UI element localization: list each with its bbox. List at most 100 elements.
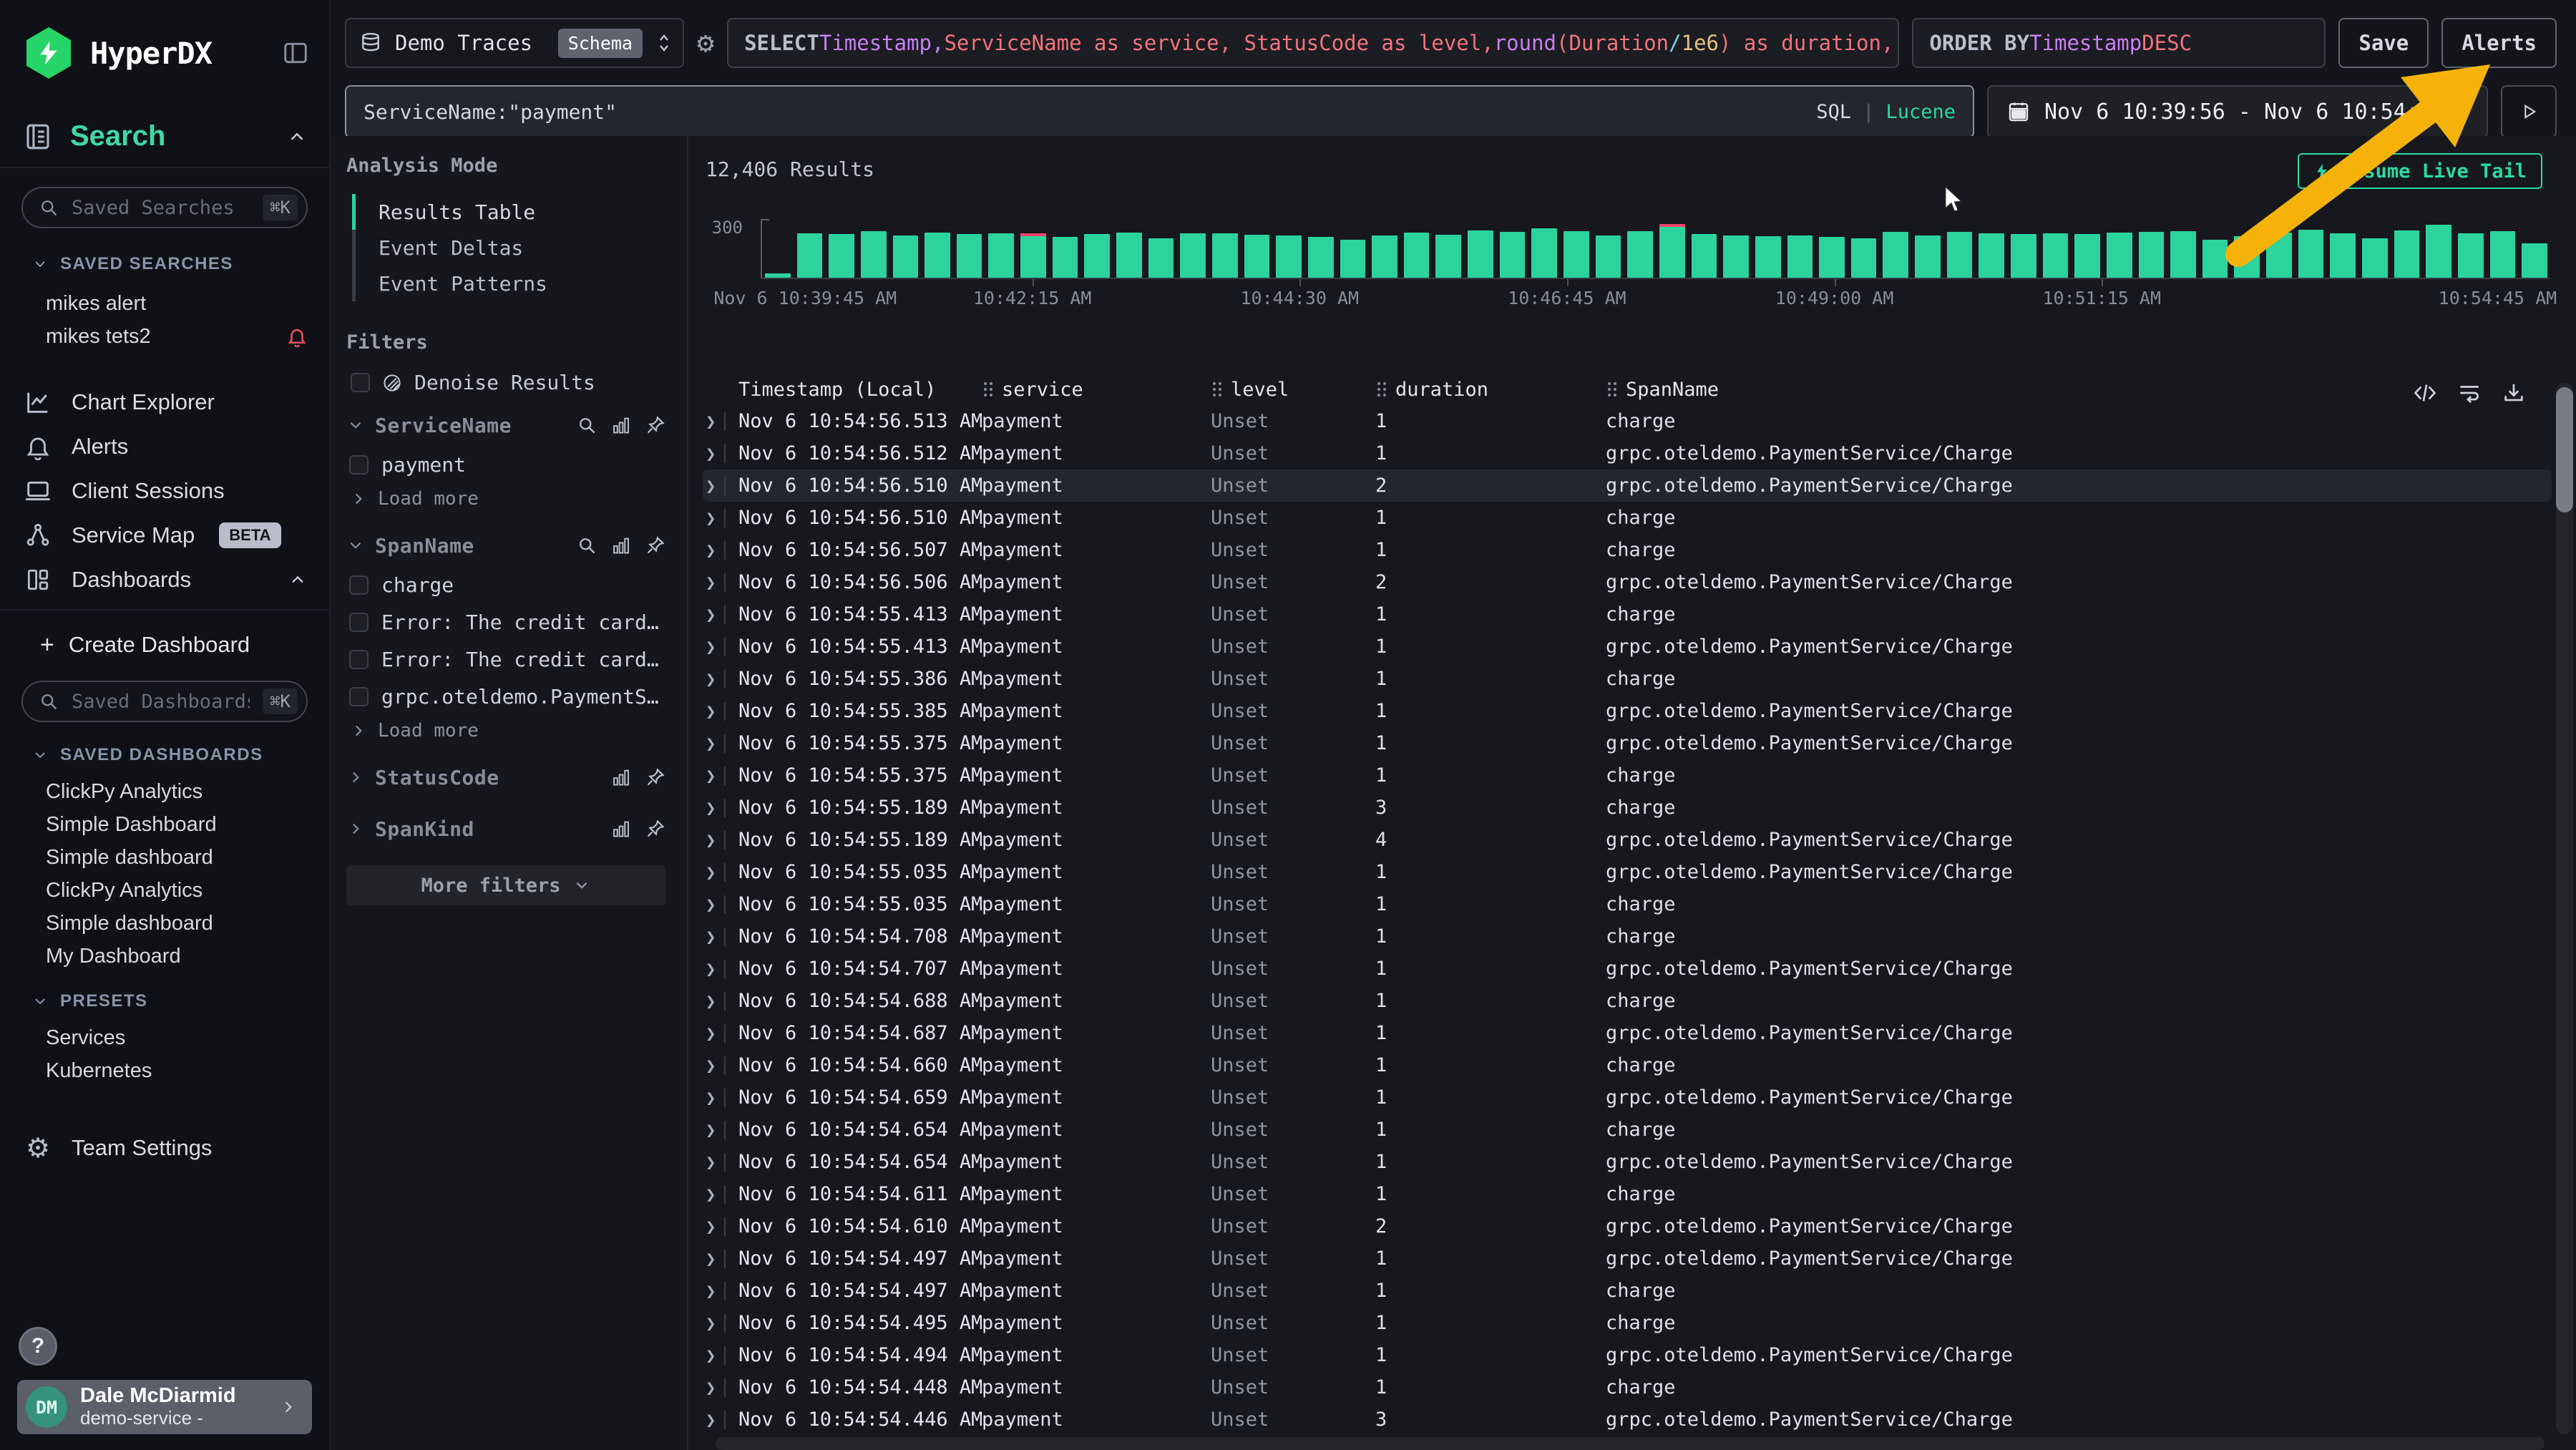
expand-row-chevron[interactable]: ❯ (703, 766, 738, 786)
analysis-mode-results-table[interactable]: Results Table (352, 194, 665, 230)
chart-icon[interactable] (611, 535, 631, 555)
histogram-bar[interactable] (1883, 232, 1908, 278)
histogram-bar[interactable] (2458, 233, 2484, 278)
table-row[interactable]: ❯Nov 6 10:54:54.448 AMpaymentUnset1charg… (703, 1371, 2552, 1403)
col-level[interactable]: level (1211, 379, 1375, 401)
filter-checkbox-item[interactable]: charge (349, 566, 665, 603)
histogram-bar[interactable] (1659, 227, 1685, 278)
histogram-bar[interactable] (1851, 238, 1877, 278)
chevron-down-icon[interactable] (346, 536, 365, 555)
histogram-bar[interactable] (1180, 233, 1206, 278)
search-query-input[interactable]: ServiceName:"payment" SQL | Lucene (345, 85, 1974, 138)
filter-section-header[interactable]: ServiceName (346, 404, 665, 446)
chart-icon[interactable] (611, 819, 631, 839)
drag-handle-icon[interactable] (1606, 380, 1619, 399)
load-more-button[interactable]: Load more (349, 483, 665, 515)
table-row[interactable]: ❯Nov 6 10:54:54.654 AMpaymentUnset1grpc.… (703, 1146, 2552, 1178)
saved-searches-input[interactable]: Saved Searches ⌘K (21, 187, 308, 228)
filter-checkbox-item[interactable]: grpc.oteldemo.PaymentSe… (349, 678, 665, 715)
table-row[interactable]: ❯Nov 6 10:54:56.510 AMpaymentUnset1charg… (703, 502, 2552, 534)
sidebar-item-alerts[interactable]: Alerts (0, 424, 329, 469)
histogram-bar[interactable] (2362, 238, 2388, 278)
chevron-right-icon[interactable] (346, 819, 365, 838)
filter-section-header[interactable]: SpanName (346, 525, 665, 566)
expand-row-chevron[interactable]: ❯ (703, 444, 738, 464)
histogram-bar[interactable] (1148, 238, 1174, 278)
expand-row-chevron[interactable]: ❯ (703, 1249, 738, 1269)
col-timestamp[interactable]: Timestamp (Local) (738, 379, 982, 401)
sidebar-item-chart-explorer[interactable]: Chart Explorer (0, 380, 329, 424)
run-query-button[interactable] (2501, 85, 2557, 138)
help-button[interactable]: ? (19, 1327, 57, 1366)
expand-row-chevron[interactable]: ❯ (703, 508, 738, 528)
expand-row-chevron[interactable]: ❯ (703, 1184, 738, 1205)
more-filters-button[interactable]: More filters (346, 865, 665, 905)
histogram-bar[interactable] (1563, 231, 1589, 278)
table-row[interactable]: ❯Nov 6 10:54:54.687 AMpaymentUnset1grpc.… (703, 1017, 2552, 1049)
table-row[interactable]: ❯Nov 6 10:54:54.610 AMpaymentUnset2grpc.… (703, 1210, 2552, 1242)
table-row[interactable]: ❯Nov 6 10:54:56.513 AMpaymentUnset1charg… (703, 405, 2552, 437)
table-row[interactable]: ❯Nov 6 10:54:55.386 AMpaymentUnset1charg… (703, 663, 2552, 695)
histogram-bar[interactable] (1020, 236, 1046, 278)
create-dashboard-button[interactable]: + Create Dashboard (0, 626, 329, 663)
presets-group[interactable]: PRESETS (0, 991, 329, 1011)
histogram-bar[interactable] (1116, 233, 1142, 278)
chevron-down-icon[interactable] (346, 416, 365, 434)
histogram-bar[interactable] (829, 234, 854, 278)
expand-row-chevron[interactable]: ❯ (703, 1023, 738, 1043)
expand-row-chevron[interactable]: ❯ (703, 605, 738, 625)
histogram-bar[interactable] (2330, 233, 2356, 278)
load-more-button[interactable]: Load more (349, 715, 665, 746)
alerts-button[interactable]: Alerts (2441, 18, 2557, 68)
denoise-results-option[interactable]: Denoise Results (351, 371, 665, 394)
date-range-picker[interactable]: Nov 6 10:39:56 - Nov 6 10:54:56 (1987, 85, 2488, 138)
checkbox[interactable] (349, 650, 369, 669)
expand-row-chevron[interactable]: ❯ (703, 1346, 738, 1366)
col-service[interactable]: service (982, 379, 1211, 401)
checkbox[interactable] (349, 575, 369, 595)
sidebar-item-team-settings[interactable]: ⚙ Team Settings (0, 1126, 329, 1170)
user-menu[interactable]: DM Dale McDiarmid demo-service - (17, 1380, 312, 1434)
histogram-bar[interactable] (1627, 231, 1653, 278)
expand-row-chevron[interactable]: ❯ (703, 830, 738, 850)
expand-row-chevron[interactable]: ❯ (703, 573, 738, 593)
checkbox[interactable] (349, 455, 369, 475)
table-row[interactable]: ❯Nov 6 10:54:54.654 AMpaymentUnset1charg… (703, 1114, 2552, 1146)
search-icon[interactable] (577, 415, 597, 435)
filter-section-header[interactable]: SpanKind (346, 808, 665, 850)
table-row[interactable]: ❯Nov 6 10:54:55.375 AMpaymentUnset1grpc.… (703, 727, 2552, 759)
lang-sql-toggle[interactable]: SQL (1816, 101, 1851, 123)
saved-dashboard-item[interactable]: Simple dashboard (0, 907, 329, 940)
table-row[interactable]: ❯Nov 6 10:54:54.611 AMpaymentUnset1charg… (703, 1178, 2552, 1210)
histogram-bar[interactable] (1308, 237, 1334, 278)
lang-lucene-toggle[interactable]: Lucene (1885, 101, 1956, 123)
expand-row-chevron[interactable]: ❯ (703, 991, 738, 1011)
histogram-bar[interactable] (1787, 235, 1813, 278)
pin-icon[interactable] (645, 535, 665, 555)
expand-row-chevron[interactable]: ❯ (703, 476, 738, 496)
histogram-bar[interactable] (2234, 236, 2260, 278)
analysis-mode-event-patterns[interactable]: Event Patterns (352, 266, 665, 301)
histogram-bar[interactable] (988, 233, 1014, 278)
expand-row-chevron[interactable]: ❯ (703, 1281, 738, 1301)
table-row[interactable]: ❯Nov 6 10:54:55.189 AMpaymentUnset3charg… (703, 792, 2552, 824)
histogram-bar[interactable] (1276, 235, 1302, 278)
table-row[interactable]: ❯Nov 6 10:54:54.659 AMpaymentUnset1grpc.… (703, 1081, 2552, 1114)
chevron-up-icon[interactable] (286, 126, 308, 147)
table-row[interactable]: ❯Nov 6 10:54:56.510 AMpaymentUnset2grpc.… (703, 469, 2552, 502)
expand-row-chevron[interactable]: ❯ (703, 959, 738, 979)
histogram-bar[interactable] (2107, 233, 2132, 278)
histogram-bar[interactable] (1053, 237, 1078, 278)
histogram-bar[interactable] (1947, 232, 1973, 278)
saved-dashboard-item[interactable]: My Dashboard (0, 940, 329, 973)
expand-row-chevron[interactable]: ❯ (703, 637, 738, 657)
col-spanname[interactable]: SpanName (1606, 379, 2552, 401)
expand-row-chevron[interactable]: ❯ (703, 1088, 738, 1108)
gear-icon[interactable]: ⚙ (697, 26, 714, 59)
expand-row-chevron[interactable]: ❯ (703, 1056, 738, 1076)
chevron-up-icon[interactable] (288, 570, 308, 590)
drag-handle-icon[interactable] (982, 380, 995, 399)
pin-icon[interactable] (645, 819, 665, 839)
search-icon[interactable] (577, 535, 597, 555)
table-row[interactable]: ❯Nov 6 10:54:54.497 AMpaymentUnset1charg… (703, 1275, 2552, 1307)
